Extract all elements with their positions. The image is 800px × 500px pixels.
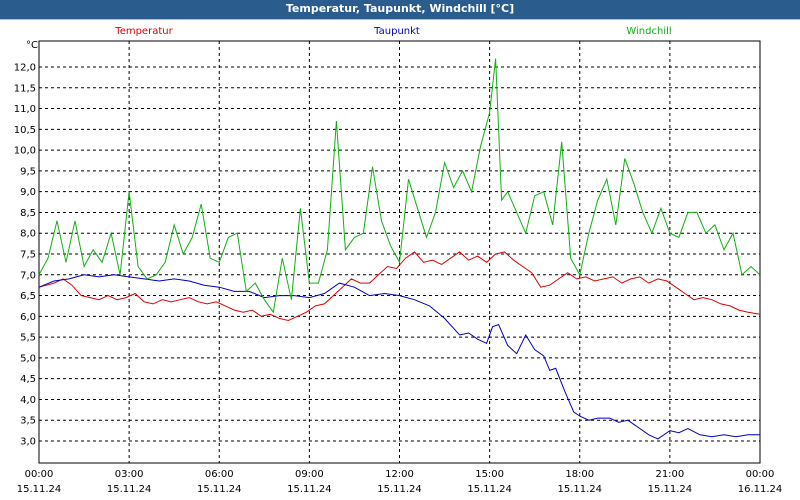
y-tick-label: 12,0	[14, 63, 36, 74]
x-tick-time: 09:00	[295, 469, 324, 480]
y-tick-label: 11,0	[14, 104, 36, 115]
x-tick-time: 12:00	[385, 469, 414, 480]
x-tick-time: 00:00	[25, 469, 54, 480]
legend-item-temperatur: Temperatur	[114, 26, 173, 37]
x-tick-date: 16.11.24	[738, 484, 783, 495]
x-tick-time: 06:00	[205, 469, 234, 480]
x-tick-date: 15.11.24	[557, 484, 602, 495]
y-tick-label: 5,5	[20, 333, 36, 344]
x-tick-time: 18:00	[565, 469, 594, 480]
y-tick-label: 4,0	[20, 395, 36, 406]
chart-title: Temperatur, Taupunkt, Windchill [°C]	[285, 2, 515, 15]
y-tick-label: 6,5	[20, 291, 36, 302]
x-tick-date: 15.11.24	[648, 484, 693, 495]
x-tick-date: 15.11.24	[287, 484, 332, 495]
y-tick-label: 7,5	[20, 250, 36, 261]
y-tick-label: 9,5	[20, 166, 36, 177]
y-tick-label: 3,5	[20, 416, 36, 427]
y-axis-ticks: 3,0 3,5 4,0 4,5 5,0 5,5 6,0 6,5 7,0 7,5 8,0 8,5 9,0 9…	[14, 63, 36, 448]
y-tick-label: 8,5	[20, 208, 36, 219]
y-tick-label: 9,0	[20, 187, 36, 198]
y-tick-label: 10,0	[14, 146, 36, 157]
y-tick-label: 8,0	[20, 229, 36, 240]
y-axis-unit: °C	[26, 40, 38, 51]
x-tick-time: 21:00	[655, 469, 684, 480]
line-chart: 3,0 3,5 4,0 4,5 5,0 5,5 6,0 6,5 7,0 7,5 8,0 8,5 9,0 9…	[14, 26, 783, 495]
legend-item-taupunkt: Taupunkt	[373, 26, 420, 37]
y-tick-label: 10,5	[14, 125, 36, 136]
x-axis-ticks: 00:00 15.11.24 03:00 15.11.24 06:00 15.11.24 0…	[17, 469, 783, 495]
y-tick-label: 7,0	[20, 270, 36, 281]
x-tick-time: 15:00	[475, 469, 504, 480]
x-tick-date: 15.11.24	[17, 484, 62, 495]
y-tick-label: 5,0	[20, 353, 36, 364]
chart-title-bar: Temperatur, Taupunkt, Windchill [°C]	[0, 0, 800, 20]
legend-item-windchill: Windchill	[626, 26, 671, 37]
y-tick-label: 6,0	[20, 312, 36, 323]
y-tick-label: 11,5	[14, 83, 36, 94]
y-tick-label: 3,0	[20, 437, 36, 448]
x-tick-date: 15.11.24	[467, 484, 512, 495]
x-tick-date: 15.11.24	[197, 484, 242, 495]
x-tick-date: 15.11.24	[107, 484, 152, 495]
y-tick-label: 4,5	[20, 374, 36, 385]
x-tick-time: 00:00	[746, 469, 775, 480]
legend: Temperatur Taupunkt Windchill	[114, 26, 671, 37]
x-tick-date: 15.11.24	[377, 484, 422, 495]
x-tick-time: 03:00	[115, 469, 144, 480]
